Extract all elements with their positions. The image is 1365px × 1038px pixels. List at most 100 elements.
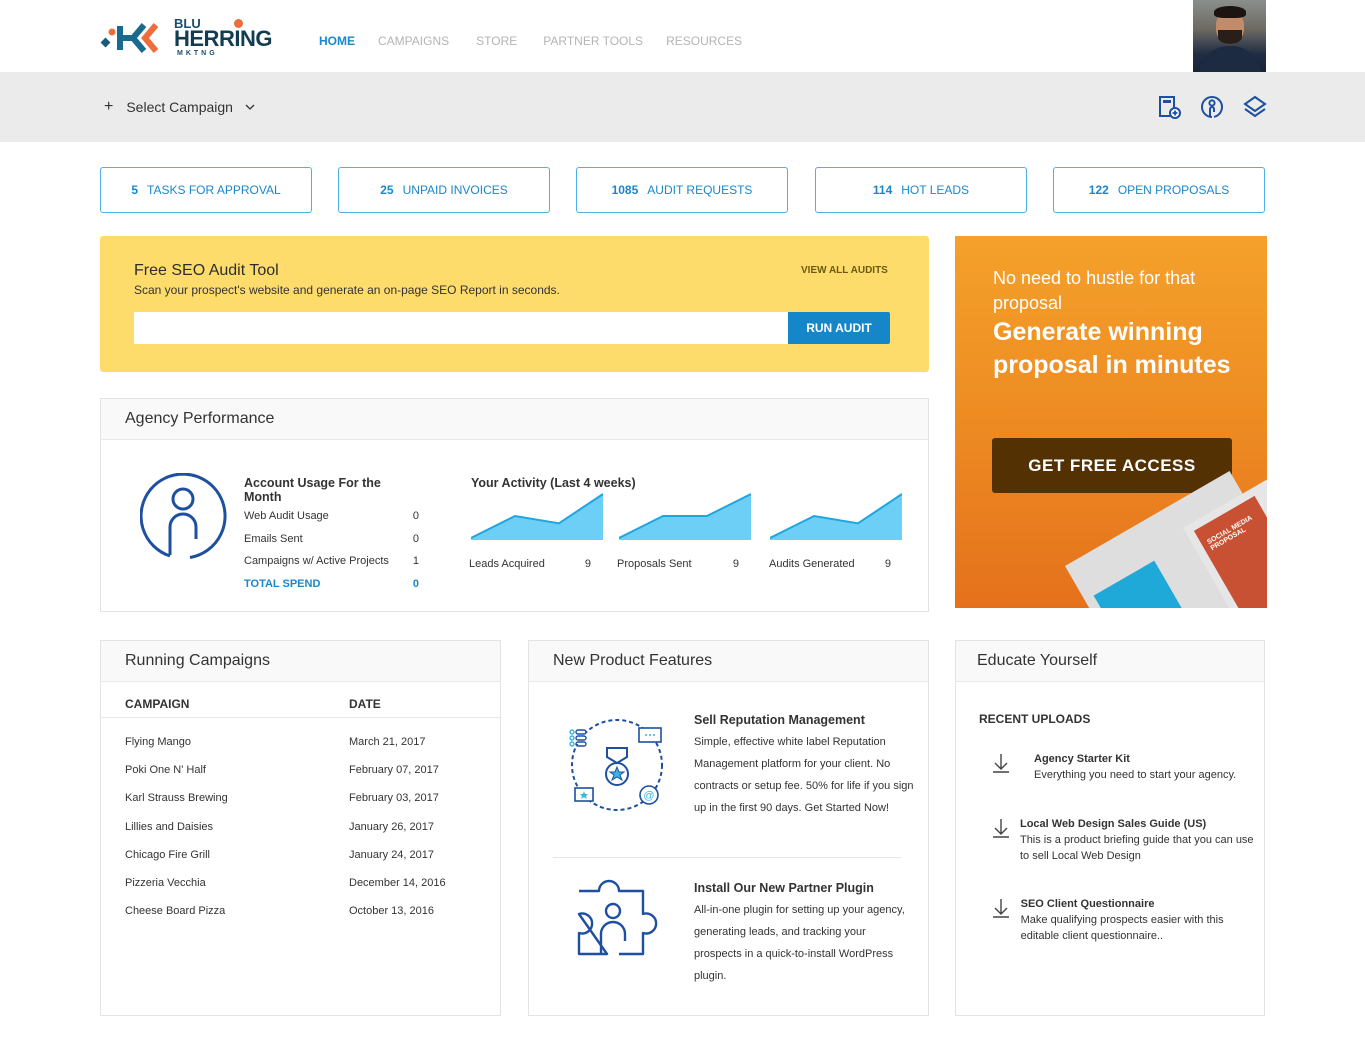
running-campaigns-panel: Running Campaigns CAMPAIGN DATE Flying M… (100, 640, 501, 1016)
select-campaign-label: Select Campaign (126, 99, 233, 115)
nav-resources[interactable]: RESOURCES (666, 34, 742, 48)
get-free-access-button[interactable]: GET FREE ACCESS (992, 438, 1232, 493)
upload-description: Make qualifying prospects easier with th… (1020, 914, 1224, 942)
total-spend-row: TOTAL SPEND 0 (244, 578, 419, 601)
campaign-name[interactable]: Chicago Fire Grill (125, 841, 349, 869)
feature-title[interactable]: Sell Reputation Management (694, 710, 914, 730)
stat-tasks-for-approval[interactable]: 5 TASKS FOR APPROVAL (100, 167, 312, 213)
run-audit-button[interactable]: RUN AUDIT (788, 312, 890, 344)
main-nav: HOME CAMPAIGNS STORE PARTNER TOOLS RESOU… (319, 34, 765, 48)
view-all-audits-link[interactable]: VIEW ALL AUDITS (801, 265, 888, 276)
nav-home[interactable]: HOME (319, 34, 355, 48)
plus-icon: + (104, 98, 114, 115)
upload-item[interactable]: Agency Starter Kit Everything you need to… (978, 751, 1258, 783)
panel-title: New Product Features (529, 641, 928, 682)
campaign-name[interactable]: Poki One N' Half (125, 756, 349, 784)
stat-label: HOT LEADS (901, 183, 970, 197)
activity-label: Audits Generated (769, 558, 855, 570)
nav-store[interactable]: STORE (476, 34, 517, 48)
stat-count: 1085 (611, 183, 639, 197)
seo-description: Scan your prospect's website and generat… (134, 283, 560, 297)
add-document-icon[interactable] (1157, 95, 1181, 119)
upload-item[interactable]: SEO Client Questionnaire Make qualifying … (978, 896, 1258, 944)
campaigns-table-body: Flying Mango March 21, 2017 Poki One N' H… (101, 718, 500, 925)
campaign-date: February 07, 2017 (349, 764, 439, 777)
usage-row: Emails Sent 0 (244, 533, 419, 556)
usage-title: Account Usage For the Month (244, 476, 381, 504)
stat-audit-requests[interactable]: 1085 AUDIT REQUESTS (576, 167, 788, 213)
stat-label: AUDIT REQUESTS (647, 183, 753, 197)
feature-item[interactable]: Sell Reputation Management Simple, effec… (694, 710, 914, 819)
activity-title: Your Activity (Last 4 weeks) (471, 476, 636, 490)
layers-icon[interactable] (1243, 95, 1267, 119)
agency-performance-panel: Agency Performance Account Usage For the… (100, 398, 929, 612)
stat-label: TASKS FOR APPROVAL (147, 183, 281, 197)
brand-line2: HERRING (174, 26, 272, 51)
nav-campaigns[interactable]: CAMPAIGNS (378, 34, 449, 48)
sparkline-proposals (619, 493, 751, 540)
user-avatar[interactable] (1193, 0, 1266, 72)
feature-item[interactable]: Install Our New Partner Plugin All-in-on… (694, 878, 914, 987)
campaign-name[interactable]: Flying Mango (125, 728, 349, 756)
panel-title: Educate Yourself (956, 641, 1264, 682)
usage-row: Campaigns w/ Active Projects 1 (244, 555, 419, 578)
upload-title[interactable]: Local Web Design Sales Guide (US) (1020, 816, 1258, 832)
select-campaign-dropdown[interactable]: + Select Campaign (104, 98, 255, 116)
campaign-name[interactable]: Karl Strauss Brewing (125, 784, 349, 812)
feature-title[interactable]: Install Our New Partner Plugin (694, 878, 914, 898)
campaign-date: February 03, 2017 (349, 792, 439, 805)
stat-hot-leads[interactable]: 114 HOT LEADS (815, 167, 1027, 213)
table-row[interactable]: Cheese Board Pizza October 13, 2016 (101, 897, 500, 925)
panel-title: Agency Performance (101, 399, 928, 440)
table-row[interactable]: Chicago Fire Grill January 24, 2017 (101, 841, 500, 869)
seo-url-input[interactable] (134, 312, 788, 344)
educate-yourself-panel: Educate Yourself RECENT UPLOADS Agency S… (955, 640, 1265, 1016)
campaign-date: January 24, 2017 (349, 848, 435, 861)
activity-value: 9 (584, 558, 591, 570)
campaign-date: March 21, 2017 (349, 736, 426, 748)
avatar-body (1199, 46, 1261, 72)
feature-text: Simple, effective white label Reputation… (694, 736, 914, 814)
sparkline-audits (770, 493, 902, 540)
activity-value: 9 (884, 558, 891, 570)
table-row[interactable]: Poki One N' Half February 07, 2017 (101, 756, 500, 784)
upload-title[interactable]: Agency Starter Kit (1034, 751, 1236, 767)
download-icon[interactable] (978, 816, 1020, 864)
column-campaign: CAMPAIGN (125, 697, 190, 711)
column-date: DATE (349, 697, 381, 711)
table-header: CAMPAIGN DATE (101, 682, 500, 718)
nav-partner-tools[interactable]: PARTNER TOOLS (543, 34, 643, 48)
usage-row: Web Audit Usage 0 (244, 510, 419, 533)
total-spend-label: TOTAL SPEND (244, 577, 321, 590)
sparkline-area (471, 494, 603, 540)
brand-line3: MKTNG (177, 50, 218, 57)
upload-description: This is a product briefing guide that yo… (1019, 834, 1254, 862)
user-circle-icon[interactable] (1200, 95, 1224, 119)
activity-label: Leads Acquired (469, 558, 545, 570)
stat-open-proposals[interactable]: 122 OPEN PROPOSALS (1053, 167, 1265, 213)
avatar-hair (1214, 6, 1246, 18)
upload-title[interactable]: SEO Client Questionnaire (1021, 896, 1258, 912)
avatar-beard (1218, 30, 1242, 44)
stat-label: UNPAID INVOICES (402, 183, 508, 197)
usage-value: 0 (412, 532, 419, 545)
table-row[interactable]: Karl Strauss Brewing February 03, 2017 (101, 784, 500, 812)
campaign-name[interactable]: Pizzeria Vecchia (125, 869, 349, 897)
download-icon[interactable] (978, 896, 1021, 944)
panel-title: Running Campaigns (101, 641, 500, 682)
campaign-name[interactable]: Lillies and Daisies (125, 813, 349, 841)
table-row[interactable]: Flying Mango March 21, 2017 (101, 728, 500, 756)
upload-item[interactable]: Local Web Design Sales Guide (US) This is… (978, 816, 1258, 864)
stat-count: 122 (1088, 183, 1109, 197)
activity-audits: Audits Generated 9 (769, 558, 891, 570)
campaign-name[interactable]: Cheese Board Pizza (125, 897, 349, 925)
brand-logo[interactable]: BLU HERRING MKTNG (100, 16, 280, 59)
table-row[interactable]: Pizzeria Vecchia December 14, 2016 (101, 869, 500, 897)
usage-label: Campaigns w/ Active Projects (244, 555, 389, 567)
promo-banner[interactable]: No need to hustle for that proposal Gene… (955, 236, 1267, 608)
promo-tagline: No need to hustle for that proposal (993, 268, 1196, 313)
stat-unpaid-invoices[interactable]: 25 UNPAID INVOICES (338, 167, 550, 213)
table-row[interactable]: Lillies and Daisies January 26, 2017 (101, 813, 500, 841)
download-icon[interactable] (978, 751, 1034, 783)
upload-description: Everything you need to start your agency… (1034, 769, 1237, 781)
